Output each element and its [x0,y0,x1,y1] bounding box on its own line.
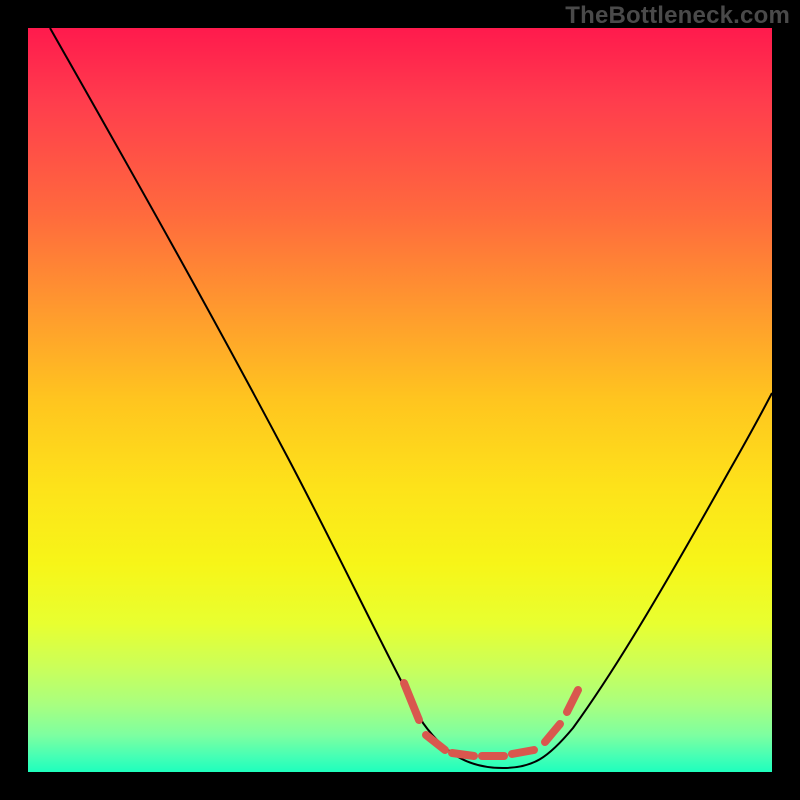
plot-area [28,28,772,772]
dash-segment [404,683,419,720]
watermark-text: TheBottleneck.com [565,2,790,30]
dash-segment [567,690,578,712]
dash-segment [512,750,534,754]
dash-segment [452,753,474,756]
chart-frame: TheBottleneck.com [0,0,800,800]
highlight-dashes [404,683,578,756]
bottleneck-curve [28,28,772,772]
curve-path [50,28,772,768]
dash-segment [426,735,445,750]
dash-segment [545,724,560,742]
